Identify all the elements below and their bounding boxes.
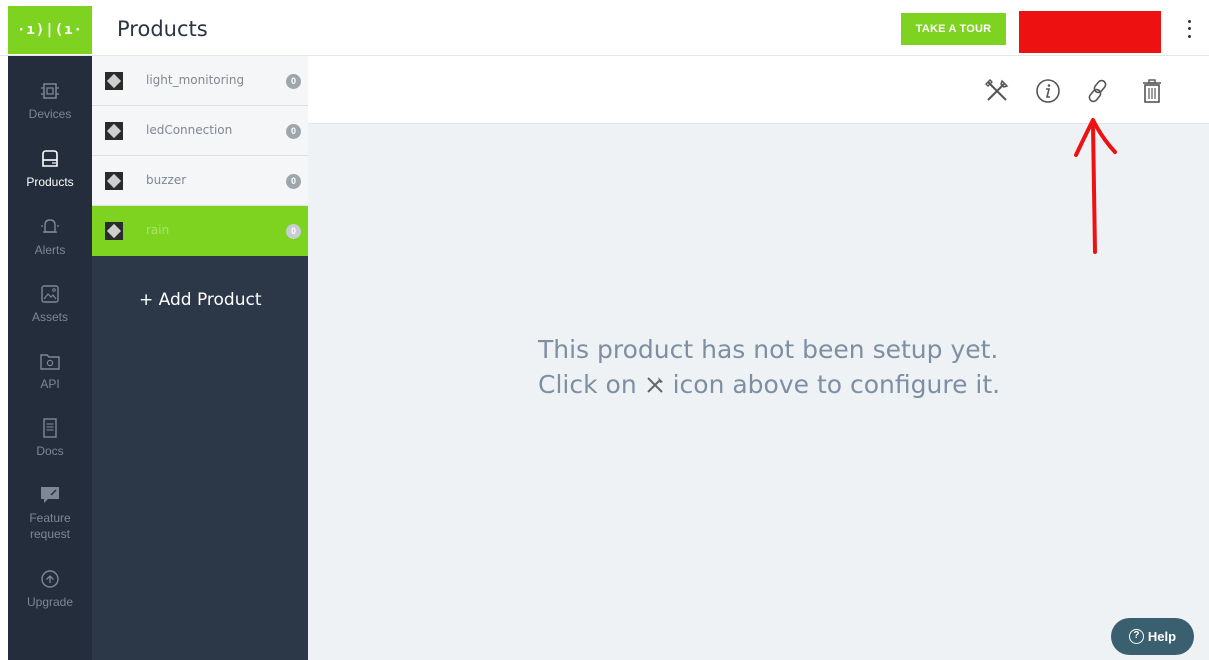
empty-state-line-2-end: icon above to configure it.	[672, 370, 1001, 399]
sidebar-item-alerts[interactable]: Alerts	[8, 214, 92, 258]
product-name: rain	[146, 223, 170, 237]
configure-tools-icon	[646, 377, 663, 393]
product-thumbnail-icon	[105, 72, 123, 90]
sidebar-item-label: Alerts	[34, 243, 66, 257]
product-item-rain[interactable]: rain 0	[92, 206, 308, 256]
app-logo[interactable]: ·ı)|(ı·	[8, 6, 92, 54]
annotation-arrow-icon	[1074, 118, 1117, 254]
sidebar-nav: Devices Products Alerts Assets API Docs …	[8, 56, 92, 660]
sidebar-item-upgrade[interactable]: Upgrade	[8, 566, 92, 610]
product-item-ledconnection[interactable]: ledConnection 0	[92, 106, 308, 156]
sidebar-item-label: Devices	[28, 107, 72, 121]
help-label: Help	[1147, 629, 1177, 644]
product-name: buzzer	[146, 173, 187, 187]
device-count-badge: 0	[286, 74, 301, 89]
sidebar-item-docs[interactable]: Docs	[8, 415, 92, 459]
sidebar-item-label: Assets	[31, 310, 68, 324]
product-thumbnail-icon	[105, 172, 123, 190]
info-icon[interactable]	[1033, 76, 1063, 106]
sidebar-item-label: Upgrade	[26, 595, 74, 609]
empty-state-line-2: Click on icon above to configure it.	[538, 367, 1018, 402]
trash-icon[interactable]	[1137, 76, 1167, 106]
help-question-icon: ?	[1128, 629, 1144, 644]
product-box-icon	[42, 150, 58, 167]
product-list-panel: light_monitoring 0 ledConnection 0 buzze…	[92, 56, 308, 660]
empty-state-line-2-start: Click on	[538, 370, 637, 399]
product-name: ledConnection	[146, 123, 233, 137]
sidebar-item-products[interactable]: Products	[8, 146, 92, 190]
device-count-badge: 0	[286, 224, 301, 239]
sidebar-item-label: Products	[26, 175, 74, 189]
help-button[interactable]: ? Help	[1111, 618, 1194, 655]
product-thumbnail-icon	[105, 222, 123, 240]
sidebar-item-devices[interactable]: Devices	[8, 78, 92, 122]
api-folder-icon	[40, 354, 60, 370]
sidebar-item-assets[interactable]: Assets	[8, 281, 92, 325]
device-count-badge: 0	[286, 124, 301, 139]
sidebar-item-label: API	[40, 377, 60, 391]
page-title: Products	[117, 17, 208, 41]
product-item-light-monitoring[interactable]: light_monitoring 0	[92, 56, 308, 106]
top-bar: ·ı)|(ı· Products TAKE A TOUR	[0, 0, 1209, 56]
redacted-user-area	[1019, 11, 1161, 53]
document-icon	[43, 418, 57, 438]
sidebar-item-api[interactable]: API	[8, 348, 92, 392]
chip-icon	[41, 83, 59, 99]
link-icon[interactable]	[1083, 76, 1113, 106]
bell-icon	[41, 219, 59, 233]
more-options-icon[interactable]	[1182, 18, 1196, 40]
sidebar-item-label: Docs	[36, 444, 64, 458]
product-name: light_monitoring	[146, 73, 245, 87]
take-a-tour-button[interactable]: TAKE A TOUR	[901, 13, 1006, 45]
sidebar-item-feature-request[interactable]: Feature request	[8, 482, 92, 542]
product-item-buzzer[interactable]: buzzer 0	[92, 156, 308, 206]
add-product-button[interactable]: + Add Product	[139, 290, 262, 310]
sidebar-item-label: Feature request	[29, 511, 71, 541]
image-icon	[41, 285, 59, 303]
empty-state-message: This product has not been setup yet. Cli…	[538, 332, 1018, 402]
configure-tools-icon[interactable]	[982, 76, 1012, 106]
empty-state-line-1: This product has not been setup yet.	[538, 335, 999, 364]
product-thumbnail-icon	[105, 122, 123, 140]
upgrade-arrow-icon	[41, 570, 59, 588]
chat-icon	[41, 487, 59, 503]
device-count-badge: 0	[286, 174, 301, 189]
